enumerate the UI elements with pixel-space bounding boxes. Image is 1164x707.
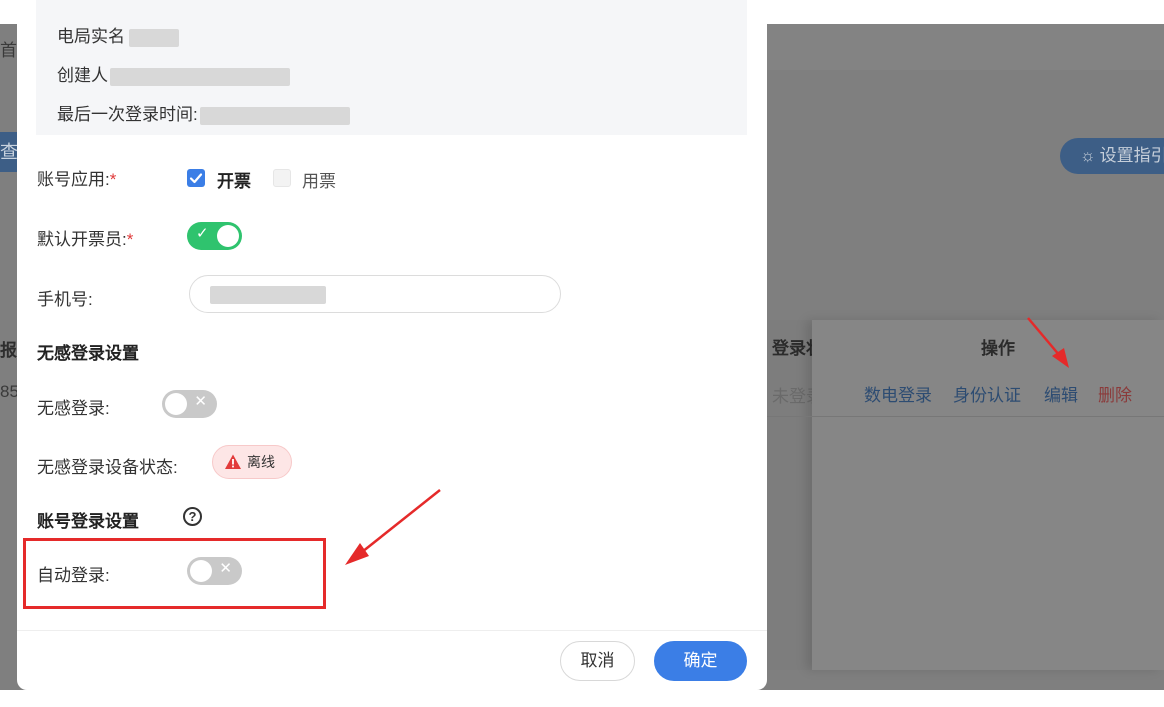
switch-knob [165,393,187,415]
help-icon[interactable]: ? [183,507,202,526]
use-invoice-checkbox[interactable] [273,169,291,187]
offline-status-badge: 离线 [212,445,292,479]
seamless-login-section-title: 无感登录设置 [37,344,139,363]
creator-row: 创建人 [57,61,290,86]
account-usage-label: 账号应用:* [37,165,116,190]
offline-status-text: 离线 [247,454,275,470]
bg-action-digital-login[interactable]: 数电登录 [864,381,932,406]
phone-label: 手机号: [37,290,93,309]
bg-action-delete[interactable]: 删除 [1098,381,1132,406]
issue-invoice-checkbox[interactable] [187,169,205,187]
seamless-login-label: 无感登录: [37,399,110,418]
redacted-value [110,67,290,86]
bg-actions-column [812,320,1164,670]
redacted-value [210,286,326,304]
cancel-button[interactable]: 取消 [560,641,635,681]
annotation-highlight-box [23,538,326,609]
real-name-row: 电局实名 [57,22,179,47]
confirm-button[interactable]: 确定 [654,641,747,681]
footer-divider [17,630,767,631]
account-usage-label-text: 账号应用: [37,170,110,189]
bg-guide-label: 设置指引 [1099,146,1164,165]
last-login-row: 最后一次登录时间: [57,100,350,125]
bg-row-divider [767,416,1164,417]
check-icon: ✓ [196,225,209,242]
bulb-icon: ☼ [1080,146,1096,165]
creator-label: 创建人 [57,66,108,85]
bg-action-identity-auth[interactable]: 身份认证 [953,381,1021,406]
account-info-box: 电局实名 创建人 最后一次登录时间: [36,0,747,135]
required-mark: * [109,170,117,189]
warning-icon [225,454,241,469]
last-login-label: 最后一次登录时间: [57,105,198,124]
phone-input[interactable] [189,275,561,313]
switch-knob [217,225,239,247]
bg-col-actions: 操作 [981,339,1015,358]
issue-invoice-label[interactable]: 开票 [217,167,251,192]
device-status-label: 无感登录设备状态: [37,458,178,477]
close-icon: ✕ [194,393,207,410]
check-icon [189,173,203,184]
default-issuer-switch[interactable]: ✓ [187,222,242,250]
real-name-label: 电局实名 [57,27,125,46]
redacted-value [129,28,179,47]
bg-header-strip [767,24,1164,70]
account-login-section-title: 账号登录设置 [37,512,139,531]
default-issuer-label-text: 默认开票员: [37,230,127,249]
bg-action-edit[interactable]: 编辑 [1044,381,1078,406]
required-mark: * [126,230,134,249]
redacted-value [199,106,350,125]
seamless-login-switch[interactable]: ✕ [162,390,217,418]
bg-guide-button[interactable]: ☼ 设置指引 [1060,138,1164,174]
use-invoice-label[interactable]: 用票 [302,167,336,192]
default-issuer-label: 默认开票员:* [37,225,133,250]
